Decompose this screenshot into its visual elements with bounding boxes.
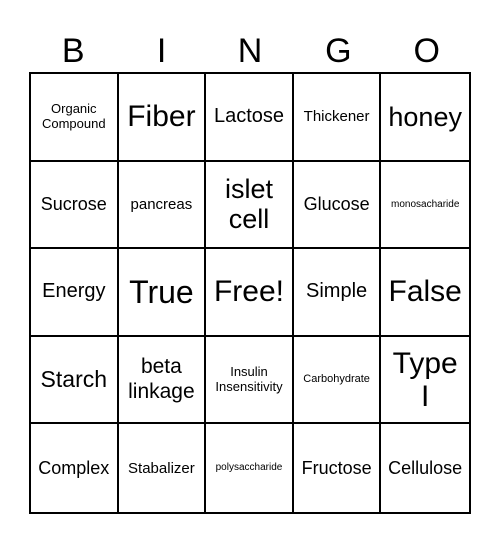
header-letter-i: I (156, 32, 167, 70)
bingo-cell[interactable]: False (381, 249, 469, 337)
bingo-cell[interactable]: Organic Compound (31, 74, 119, 162)
bingo-cell[interactable]: islet cell (206, 161, 294, 250)
bingo-cell[interactable]: beta linkage (118, 336, 207, 425)
bingo-header: B I N G O (29, 30, 471, 72)
bingo-cell[interactable]: Energy (31, 249, 119, 337)
header-letter-o: O (413, 32, 440, 70)
bingo-cell[interactable]: Sucrose (31, 161, 119, 250)
bingo-cell[interactable]: Fiber (118, 74, 207, 162)
header-letter-g: G (325, 32, 352, 70)
bingo-cell[interactable]: Cellulose (381, 424, 469, 512)
header-letter-b: B (61, 32, 85, 70)
bingo-cell[interactable]: monosacharide (381, 162, 469, 250)
bingo-cell[interactable]: pancreas (118, 161, 207, 250)
bingo-cell[interactable]: True (118, 249, 207, 337)
bingo-cell[interactable]: Lactose (206, 74, 294, 162)
bingo-cell[interactable]: Starch (31, 336, 119, 425)
bingo-cell[interactable]: Free! (206, 249, 294, 337)
bingo-cell[interactable]: Stabalizer (119, 424, 207, 512)
bingo-cell[interactable]: Glucose (293, 161, 382, 250)
bingo-cell[interactable]: Type I (381, 337, 469, 425)
bingo-cell[interactable]: polysaccharide (206, 424, 294, 512)
bingo-cell[interactable]: Thickener (293, 74, 382, 162)
bingo-cell[interactable]: Fructose (294, 424, 382, 512)
bingo-cell[interactable]: Insulin Insensitivity (206, 336, 294, 425)
bingo-cell[interactable]: honey (381, 74, 469, 162)
header-letter-n: N (237, 32, 263, 70)
bingo-cell[interactable]: Complex (31, 424, 119, 512)
bingo-cell[interactable]: Simple (293, 249, 382, 337)
bingo-grid: Organic Compound Fiber Lactose Thickener… (29, 72, 471, 514)
bingo-cell[interactable]: Carbohydrate (293, 336, 382, 425)
